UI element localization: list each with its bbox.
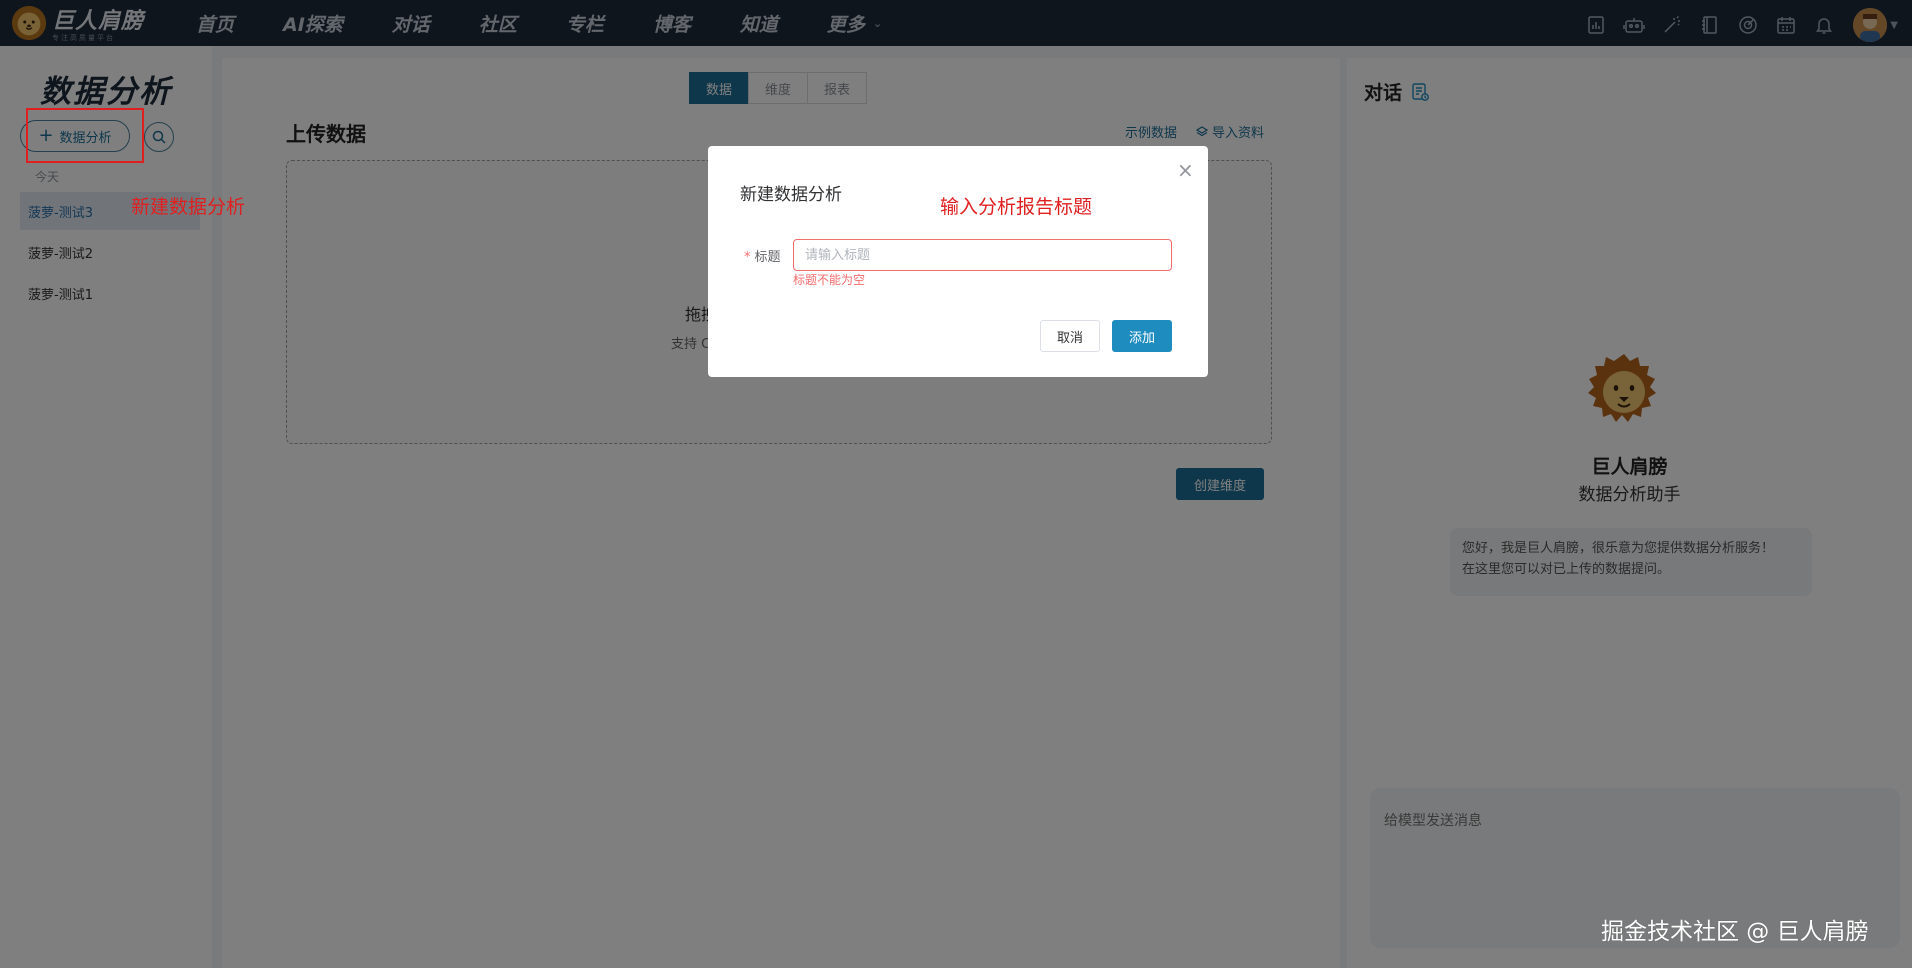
title-field-label: * 标题	[744, 246, 781, 265]
watermark: 掘金技术社区 @ 巨人肩膀	[1601, 919, 1869, 945]
required-mark: *	[744, 250, 751, 265]
new-analysis-dialog: 新建数据分析 × 输入分析报告标题 *标题 标题不能为空 取消 添加	[708, 146, 1208, 377]
cancel-button[interactable]: 取消	[1040, 320, 1100, 352]
annotation-title-hint: 输入分析报告标题	[940, 196, 1093, 218]
title-error-message: 标题不能为空	[793, 273, 866, 287]
annotation-new-analysis: 新建数据分析	[131, 196, 246, 218]
annotation-highlight-box	[26, 108, 144, 163]
title-label-text: 标题	[754, 250, 781, 265]
title-input[interactable]	[793, 239, 1172, 271]
add-button[interactable]: 添加	[1112, 320, 1172, 352]
close-icon[interactable]: ×	[1177, 158, 1194, 182]
dialog-title: 新建数据分析	[740, 185, 842, 205]
